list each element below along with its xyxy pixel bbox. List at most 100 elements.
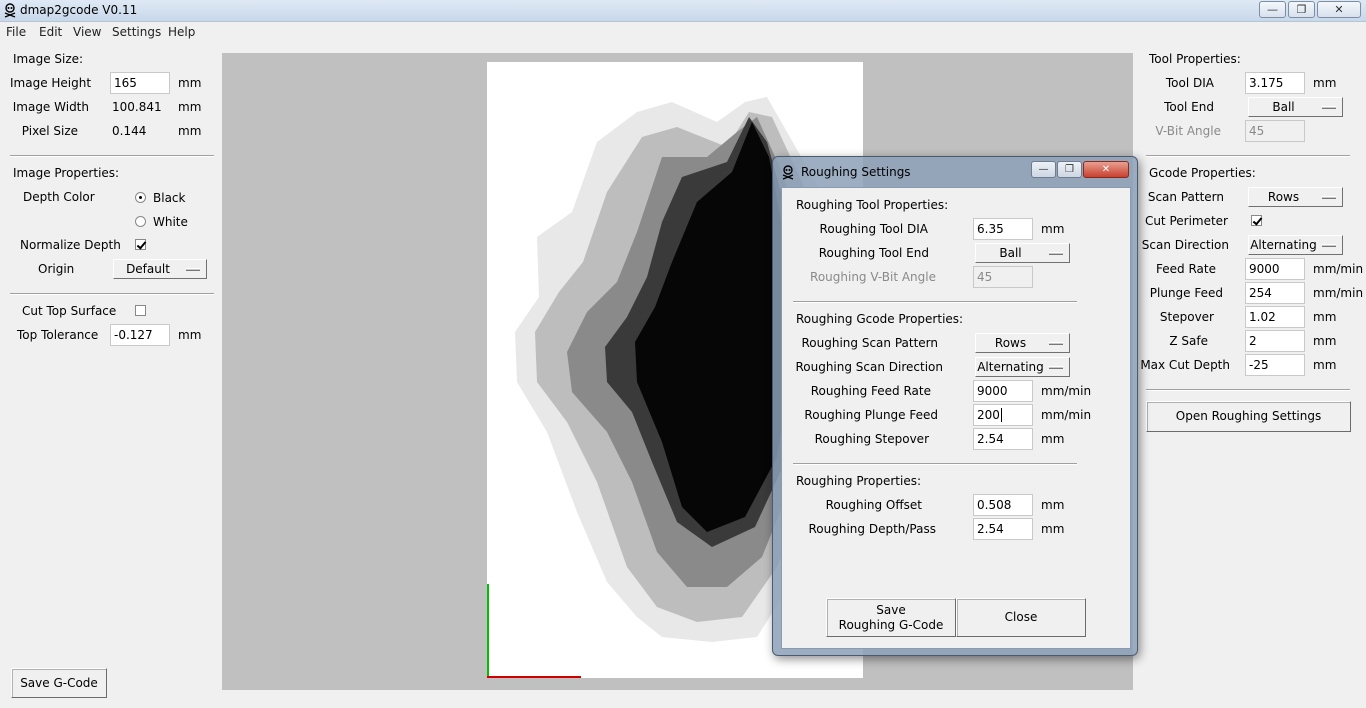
tool-dia-unit: mm <box>1313 76 1337 90</box>
pixel-size-value: 0.144 <box>112 124 147 138</box>
dropdown-arrow-icon <box>1322 196 1336 199</box>
tool-dia-label: Tool DIA <box>1165 76 1214 90</box>
roughing-properties-heading: Roughing Properties: <box>796 474 922 488</box>
plunge-feed-input[interactable]: 254 <box>1245 282 1305 304</box>
origin-dropdown[interactable]: Default <box>113 259 207 279</box>
title-bar: dmap2gcode V0.11 — ❐ ✕ <box>0 0 1366 22</box>
gcode-properties-heading: Gcode Properties: <box>1149 166 1256 180</box>
feed-rate-input[interactable]: 9000 <box>1245 258 1305 280</box>
minimize-button[interactable]: — <box>1259 1 1286 18</box>
image-height-input[interactable]: 165 <box>110 72 170 94</box>
top-tolerance-label: Top Tolerance <box>17 328 99 342</box>
dropdown-arrow-icon <box>186 268 200 271</box>
menu-file[interactable]: File <box>6 25 26 39</box>
roughing-tool-dia-input[interactable]: 6.35 <box>973 218 1033 240</box>
cut-perimeter-label: Cut Perimeter <box>1144 214 1228 228</box>
stepover-input[interactable]: 1.02 <box>1245 306 1305 328</box>
roughing-offset-unit: mm <box>1041 498 1065 512</box>
roughing-scan-pattern-value: Rows <box>994 336 1027 350</box>
black-radio-label[interactable]: Black <box>153 191 185 205</box>
menu-view[interactable]: View <box>73 25 101 39</box>
skull-crossbones-icon <box>4 3 16 18</box>
top-tolerance-input[interactable]: -0.127 <box>110 324 170 346</box>
open-roughing-settings-button[interactable]: Open Roughing Settings <box>1146 401 1351 432</box>
roughing-scan-direction-dropdown[interactable]: Alternating <box>975 357 1070 377</box>
black-radio[interactable] <box>135 192 146 203</box>
separator <box>793 463 1077 465</box>
roughing-feed-rate-label: Roughing Feed Rate <box>810 384 931 398</box>
roughing-plunge-feed-input[interactable]: 200 <box>973 404 1033 426</box>
feed-rate-label: Feed Rate <box>1156 262 1216 276</box>
dropdown-arrow-icon <box>1322 106 1336 109</box>
menu-help[interactable]: Help <box>168 25 195 39</box>
image-height-unit: mm <box>178 76 202 90</box>
menu-edit[interactable]: Edit <box>39 25 62 39</box>
roughing-depth-pass-input[interactable]: 2.54 <box>973 518 1033 540</box>
stepover-label: Stepover <box>1159 310 1214 324</box>
tool-dia-input[interactable]: 3.175 <box>1245 72 1305 94</box>
separator <box>793 301 1077 303</box>
dialog-client-area: Roughing Tool Properties: Roughing Tool … <box>781 187 1131 649</box>
roughing-depth-pass-label: Roughing Depth/Pass <box>808 522 937 536</box>
roughing-stepover-unit: mm <box>1041 432 1065 446</box>
roughing-scan-pattern-dropdown[interactable]: Rows <box>975 333 1070 353</box>
tool-end-value: Ball <box>1272 100 1295 114</box>
image-width-unit: mm <box>178 100 202 114</box>
z-safe-label: Z Safe <box>1169 334 1208 348</box>
normalize-depth-checkbox[interactable] <box>135 239 146 250</box>
roughing-tool-end-dropdown[interactable]: Ball <box>975 243 1070 263</box>
pixel-size-unit: mm <box>178 124 202 138</box>
z-safe-input[interactable]: 2 <box>1245 330 1305 352</box>
roughing-scan-direction-value: Alternating <box>977 360 1044 374</box>
roughing-offset-input[interactable]: 0.508 <box>973 494 1033 516</box>
dialog-close-icon-button[interactable]: ✕ <box>1083 161 1129 178</box>
max-cut-depth-input[interactable]: -25 <box>1245 354 1305 376</box>
cut-top-surface-label: Cut Top Surface <box>22 304 117 318</box>
roughing-depth-pass-unit: mm <box>1041 522 1065 536</box>
depth-color-label: Depth Color <box>23 190 95 204</box>
roughing-gcode-heading: Roughing Gcode Properties: <box>796 312 964 326</box>
menu-bar: File Edit View Settings Help <box>0 23 1366 41</box>
origin-label: Origin <box>38 262 75 276</box>
save-roughing-line2: Roughing G-Code <box>838 618 944 632</box>
separator <box>10 293 214 295</box>
dropdown-arrow-icon <box>1049 252 1063 255</box>
save-gcode-button[interactable]: Save G-Code <box>11 668 107 698</box>
image-width-label: Image Width <box>12 100 89 114</box>
close-button[interactable]: ✕ <box>1317 1 1361 18</box>
image-height-label: Image Height <box>10 76 92 90</box>
text-cursor <box>1000 408 1002 422</box>
roughing-plunge-feed-value: 200 <box>977 408 1000 422</box>
scan-pattern-dropdown[interactable]: Rows <box>1248 187 1343 207</box>
plunge-feed-unit: mm/min <box>1313 286 1364 300</box>
cut-perimeter-checkbox[interactable] <box>1251 215 1262 226</box>
save-roughing-gcode-button[interactable]: Save Roughing G-Code <box>826 598 956 637</box>
tool-end-dropdown[interactable]: Ball <box>1248 97 1343 117</box>
dialog-minimize-button[interactable]: — <box>1031 161 1056 178</box>
white-radio[interactable] <box>135 216 146 227</box>
separator <box>1146 389 1350 391</box>
roughing-tool-dia-label: Roughing Tool DIA <box>819 222 928 236</box>
stepover-unit: mm <box>1313 310 1337 324</box>
dialog-close-button[interactable]: Close <box>956 598 1086 637</box>
separator <box>10 155 214 157</box>
roughing-scan-pattern-label: Roughing Scan Pattern <box>801 336 939 350</box>
image-properties-heading: Image Properties: <box>13 166 120 180</box>
scan-direction-dropdown[interactable]: Alternating <box>1248 235 1343 255</box>
dialog-title: Roughing Settings <box>801 165 911 179</box>
roughing-plunge-feed-unit: mm/min <box>1041 408 1092 422</box>
menu-settings[interactable]: Settings <box>112 25 161 39</box>
roughing-feed-rate-input[interactable]: 9000 <box>973 380 1033 402</box>
vbit-angle-input: 45 <box>1245 120 1305 142</box>
roughing-scan-direction-label: Roughing Scan Direction <box>795 360 943 374</box>
tool-properties-heading: Tool Properties: <box>1149 52 1241 66</box>
dropdown-arrow-icon <box>1322 244 1336 247</box>
plunge-feed-label: Plunge Feed <box>1149 286 1223 300</box>
cut-top-surface-checkbox[interactable] <box>135 305 146 316</box>
white-radio-label[interactable]: White <box>153 215 188 229</box>
roughing-feed-rate-unit: mm/min <box>1041 384 1092 398</box>
maximize-button[interactable]: ❐ <box>1288 1 1315 18</box>
dialog-maximize-button[interactable]: ❐ <box>1057 161 1082 178</box>
roughing-plunge-feed-label: Roughing Plunge Feed <box>804 408 938 422</box>
roughing-stepover-input[interactable]: 2.54 <box>973 428 1033 450</box>
